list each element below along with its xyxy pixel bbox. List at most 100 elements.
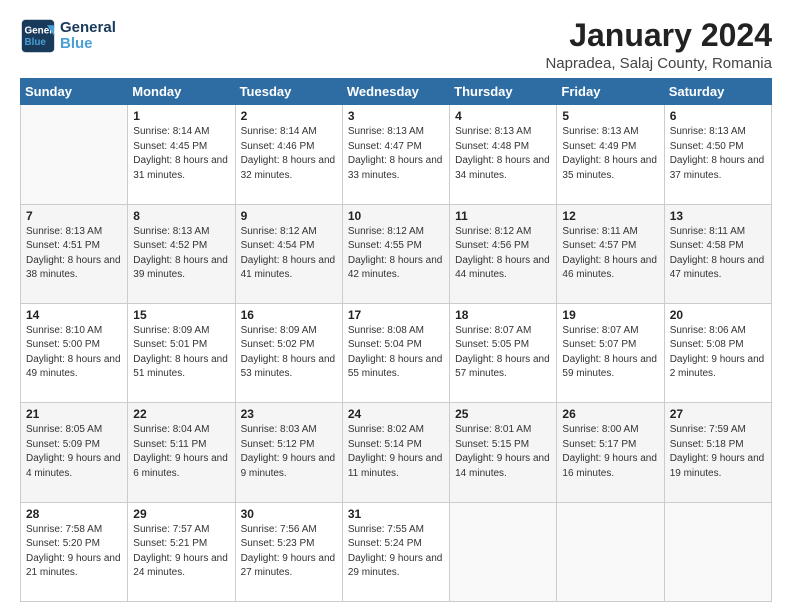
day-number: 17	[348, 308, 444, 322]
day-number: 30	[241, 507, 337, 521]
calendar-cell: 6 Sunrise: 8:13 AMSunset: 4:50 PMDaylight…	[664, 105, 771, 204]
day-info: Sunrise: 7:56 AMSunset: 5:23 PMDaylight:…	[241, 523, 337, 581]
day-info: Sunrise: 8:06 AMSunset: 5:08 PMDaylight:…	[670, 324, 766, 382]
day-number: 4	[455, 109, 551, 123]
day-number: 29	[133, 507, 229, 521]
calendar-cell: 15Sunrise: 8:09 AMSunset: 5:01 PMDayligh…	[128, 303, 235, 402]
day-number: 11	[455, 209, 551, 223]
day-number: 26	[562, 407, 658, 421]
day-number: 27	[670, 407, 766, 421]
day-number: 2	[241, 109, 337, 123]
calendar-cell: 23 Sunrise: 8:03 AMSunset: 5:12 PMDayligh…	[235, 403, 342, 502]
calendar-cell: 1 Sunrise: 8:14 AMSunset: 4:45 PMDaylight…	[128, 105, 235, 204]
weekday-header-tuesday: Tuesday	[235, 79, 342, 105]
calendar-cell: 3Sunrise: 8:13 AMSunset: 4:47 PMDaylight…	[342, 105, 449, 204]
day-number: 10	[348, 209, 444, 223]
day-number: 3	[348, 109, 444, 123]
calendar-cell: 2 Sunrise: 8:14 AMSunset: 4:46 PMDaylight…	[235, 105, 342, 204]
day-number: 31	[348, 507, 444, 521]
calendar-cell: 25 Sunrise: 8:01 AMSunset: 5:15 PMDayligh…	[450, 403, 557, 502]
calendar-cell: 12 Sunrise: 8:11 AMSunset: 4:57 PMDayligh…	[557, 204, 664, 303]
calendar-cell	[450, 502, 557, 601]
calendar-cell: 20 Sunrise: 8:06 AMSunset: 5:08 PMDayligh…	[664, 303, 771, 402]
day-info: Sunrise: 8:14 AMSunset: 4:46 PMDaylight:…	[241, 125, 337, 183]
day-info: Sunrise: 7:58 AMSunset: 5:20 PMDaylight:…	[26, 523, 122, 581]
day-number: 28	[26, 507, 122, 521]
day-number: 7	[26, 209, 122, 223]
day-info: Sunrise: 8:03 AMSunset: 5:12 PMDaylight:…	[241, 423, 337, 481]
day-info: Sunrise: 8:12 AMSunset: 4:55 PMDaylight:…	[348, 225, 444, 283]
weekday-header-friday: Friday	[557, 79, 664, 105]
weekday-header-wednesday: Wednesday	[342, 79, 449, 105]
logo-blue: Blue	[60, 36, 116, 53]
day-info: Sunrise: 8:11 AMSunset: 4:58 PMDaylight:…	[670, 225, 766, 283]
svg-text:Blue: Blue	[25, 37, 47, 48]
header: General Blue General Blue January 2024 N…	[20, 18, 772, 72]
day-info: Sunrise: 8:12 AMSunset: 4:56 PMDaylight:…	[455, 225, 551, 283]
day-info: Sunrise: 8:01 AMSunset: 5:15 PMDaylight:…	[455, 423, 551, 481]
calendar-cell: 7 Sunrise: 8:13 AMSunset: 4:51 PMDaylight…	[21, 204, 128, 303]
calendar-cell: 17Sunrise: 8:08 AMSunset: 5:04 PMDayligh…	[342, 303, 449, 402]
weekday-header-sunday: Sunday	[21, 79, 128, 105]
calendar-cell: 14 Sunrise: 8:10 AMSunset: 5:00 PMDayligh…	[21, 303, 128, 402]
day-info: Sunrise: 8:14 AMSunset: 4:45 PMDaylight:…	[133, 125, 229, 183]
day-number: 22	[133, 407, 229, 421]
day-info: Sunrise: 8:02 AMSunset: 5:14 PMDaylight:…	[348, 423, 444, 481]
main-title: January 2024	[545, 18, 772, 53]
calendar-cell: 8Sunrise: 8:13 AMSunset: 4:52 PMDaylight…	[128, 204, 235, 303]
day-info: Sunrise: 8:13 AMSunset: 4:51 PMDaylight:…	[26, 225, 122, 283]
calendar-header: SundayMondayTuesdayWednesdayThursdayFrid…	[21, 79, 772, 105]
day-number: 25	[455, 407, 551, 421]
day-number: 14	[26, 308, 122, 322]
day-number: 6	[670, 109, 766, 123]
calendar-cell: 16Sunrise: 8:09 AMSunset: 5:02 PMDayligh…	[235, 303, 342, 402]
calendar-cell: 11 Sunrise: 8:12 AMSunset: 4:56 PMDayligh…	[450, 204, 557, 303]
day-number: 20	[670, 308, 766, 322]
calendar-cell: 13Sunrise: 8:11 AMSunset: 4:58 PMDayligh…	[664, 204, 771, 303]
week-row-1: 1 Sunrise: 8:14 AMSunset: 4:45 PMDaylight…	[21, 105, 772, 204]
weekday-header-thursday: Thursday	[450, 79, 557, 105]
calendar-cell: 19 Sunrise: 8:07 AMSunset: 5:07 PMDayligh…	[557, 303, 664, 402]
title-block: January 2024 Napradea, Salaj County, Rom…	[545, 18, 772, 72]
day-info: Sunrise: 8:13 AMSunset: 4:49 PMDaylight:…	[562, 125, 658, 183]
week-row-3: 14 Sunrise: 8:10 AMSunset: 5:00 PMDayligh…	[21, 303, 772, 402]
day-info: Sunrise: 8:13 AMSunset: 4:48 PMDaylight:…	[455, 125, 551, 183]
day-info: Sunrise: 8:11 AMSunset: 4:57 PMDaylight:…	[562, 225, 658, 283]
day-number: 19	[562, 308, 658, 322]
day-number: 1	[133, 109, 229, 123]
logo: General Blue General Blue	[20, 18, 116, 54]
day-number: 9	[241, 209, 337, 223]
weekday-row: SundayMondayTuesdayWednesdayThursdayFrid…	[21, 79, 772, 105]
day-info: Sunrise: 8:10 AMSunset: 5:00 PMDaylight:…	[26, 324, 122, 382]
day-info: Sunrise: 8:13 AMSunset: 4:50 PMDaylight:…	[670, 125, 766, 183]
sub-title: Napradea, Salaj County, Romania	[545, 55, 772, 72]
day-info: Sunrise: 8:00 AMSunset: 5:17 PMDaylight:…	[562, 423, 658, 481]
logo-general: General	[60, 20, 116, 37]
day-info: Sunrise: 8:07 AMSunset: 5:05 PMDaylight:…	[455, 324, 551, 382]
day-number: 15	[133, 308, 229, 322]
calendar-cell: 30 Sunrise: 7:56 AMSunset: 5:23 PMDayligh…	[235, 502, 342, 601]
day-number: 24	[348, 407, 444, 421]
day-info: Sunrise: 7:57 AMSunset: 5:21 PMDaylight:…	[133, 523, 229, 581]
calendar-cell: 26 Sunrise: 8:00 AMSunset: 5:17 PMDayligh…	[557, 403, 664, 502]
calendar-body: 1 Sunrise: 8:14 AMSunset: 4:45 PMDaylight…	[21, 105, 772, 602]
day-info: Sunrise: 7:55 AMSunset: 5:24 PMDaylight:…	[348, 523, 444, 581]
calendar-cell: 5Sunrise: 8:13 AMSunset: 4:49 PMDaylight…	[557, 105, 664, 204]
day-number: 12	[562, 209, 658, 223]
day-number: 18	[455, 308, 551, 322]
day-info: Sunrise: 8:07 AMSunset: 5:07 PMDaylight:…	[562, 324, 658, 382]
day-number: 8	[133, 209, 229, 223]
calendar-cell: 18 Sunrise: 8:07 AMSunset: 5:05 PMDayligh…	[450, 303, 557, 402]
calendar-cell: 10 Sunrise: 8:12 AMSunset: 4:55 PMDayligh…	[342, 204, 449, 303]
day-info: Sunrise: 8:04 AMSunset: 5:11 PMDaylight:…	[133, 423, 229, 481]
page: General Blue General Blue January 2024 N…	[0, 0, 792, 612]
calendar-cell: 28 Sunrise: 7:58 AMSunset: 5:20 PMDayligh…	[21, 502, 128, 601]
day-number: 23	[241, 407, 337, 421]
calendar-cell: 21Sunrise: 8:05 AMSunset: 5:09 PMDayligh…	[21, 403, 128, 502]
week-row-4: 21Sunrise: 8:05 AMSunset: 5:09 PMDayligh…	[21, 403, 772, 502]
day-number: 16	[241, 308, 337, 322]
calendar-cell: 31 Sunrise: 7:55 AMSunset: 5:24 PMDayligh…	[342, 502, 449, 601]
logo-icon: General Blue	[20, 18, 56, 54]
calendar-cell: 22 Sunrise: 8:04 AMSunset: 5:11 PMDayligh…	[128, 403, 235, 502]
calendar-cell: 27Sunrise: 7:59 AMSunset: 5:18 PMDayligh…	[664, 403, 771, 502]
